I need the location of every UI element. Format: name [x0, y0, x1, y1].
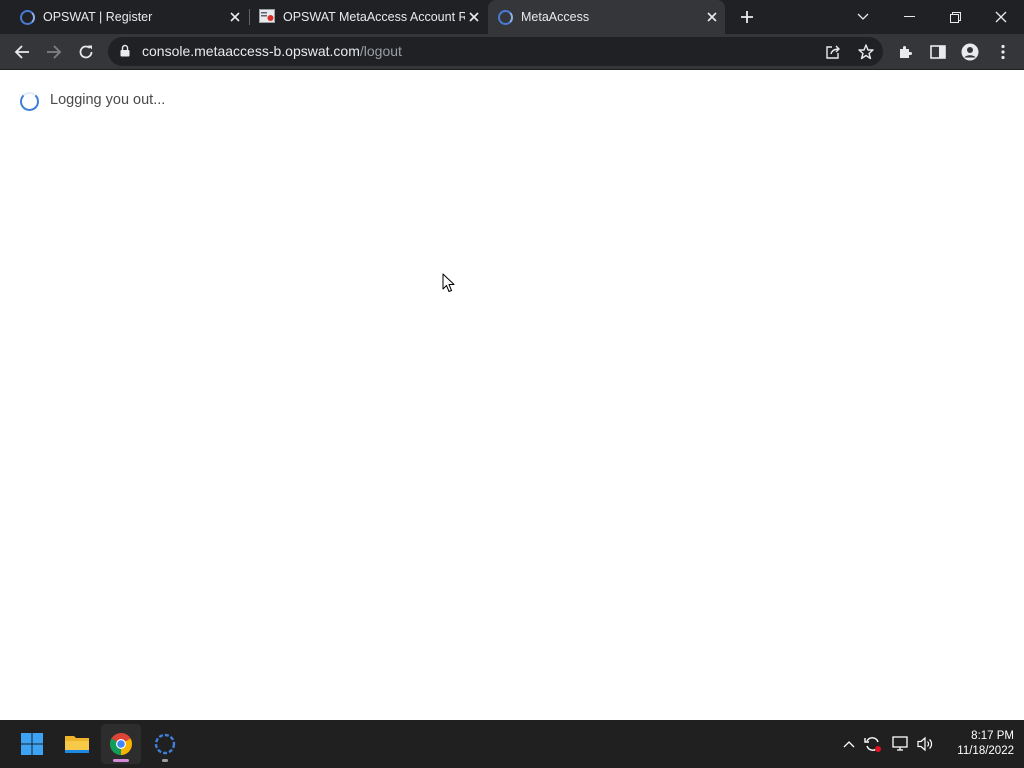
network-icon[interactable]	[891, 734, 911, 754]
active-app-indicator	[113, 759, 129, 762]
tab-favicon-spinner-icon	[498, 9, 513, 25]
side-panel-icon[interactable]	[924, 38, 952, 66]
chrome-icon[interactable]	[101, 724, 141, 764]
back-arrow-icon[interactable]	[8, 38, 36, 66]
bookmark-star-icon[interactable]	[857, 43, 875, 61]
show-hidden-icons-chevron-icon[interactable]	[839, 734, 859, 754]
forward-arrow-icon[interactable]	[40, 38, 68, 66]
page-content: Logging you out...	[0, 70, 1024, 720]
taskbar: 8:17 PM 11/18/2022	[0, 720, 1024, 768]
tab-title: OPSWAT MetaAccess Account Re	[283, 10, 465, 24]
url-domain: console.metaaccess-b.opswat.com	[142, 43, 360, 59]
tab-metaaccess[interactable]: MetaAccess	[488, 0, 725, 34]
menu-kebab-icon[interactable]	[989, 38, 1017, 66]
logout-message: Logging you out...	[50, 92, 166, 108]
tab-search-chevron-icon[interactable]	[840, 0, 886, 34]
tab-opswat-register[interactable]: OPSWAT | Register	[12, 0, 248, 34]
url-text[interactable]: console.metaaccess-b.opswat.com/logout	[142, 43, 402, 59]
lock-icon[interactable]	[120, 44, 130, 62]
close-window-icon[interactable]	[978, 0, 1024, 34]
tab-metaaccess-account[interactable]: OPSWAT MetaAccess Account Re	[251, 0, 487, 34]
tab-separator	[249, 9, 250, 25]
tab-close-icon[interactable]	[703, 8, 721, 26]
extensions-puzzle-icon[interactable]	[892, 38, 920, 66]
tab-close-icon[interactable]	[465, 8, 483, 26]
address-bar[interactable]: console.metaaccess-b.opswat.com/logout	[108, 37, 883, 66]
tab-strip: OPSWAT | Register OPSWAT MetaAccess Acco…	[0, 0, 1024, 34]
new-tab-icon[interactable]	[737, 7, 757, 27]
system-clock[interactable]: 8:17 PM 11/18/2022	[940, 729, 1014, 759]
share-icon[interactable]	[824, 43, 842, 61]
loading-spinner-icon	[20, 92, 39, 111]
minimize-icon[interactable]	[886, 0, 932, 34]
tab-favicon-spinner-icon	[20, 9, 35, 25]
reload-icon[interactable]	[72, 38, 100, 66]
restore-icon[interactable]	[932, 0, 978, 34]
clock-time: 8:17 PM	[971, 730, 1014, 742]
tab-title: OPSWAT | Register	[43, 10, 153, 24]
browser-toolbar: console.metaaccess-b.opswat.com/logout	[0, 34, 1024, 70]
url-path: /logout	[359, 43, 402, 59]
sync-alert-icon[interactable]	[863, 734, 883, 754]
mouse-cursor-icon	[442, 273, 455, 298]
windows-start-icon[interactable]	[12, 724, 52, 764]
tab-favicon-document-icon	[259, 8, 275, 26]
volume-icon[interactable]	[915, 734, 935, 754]
tab-title: MetaAccess	[521, 10, 590, 24]
file-explorer-icon[interactable]	[57, 724, 97, 764]
profile-avatar-icon[interactable]	[956, 38, 984, 66]
tab-close-icon[interactable]	[226, 8, 244, 26]
metaaccess-app-icon[interactable]	[145, 724, 185, 764]
clock-date: 11/18/2022	[957, 745, 1014, 757]
running-app-indicator	[162, 759, 168, 762]
